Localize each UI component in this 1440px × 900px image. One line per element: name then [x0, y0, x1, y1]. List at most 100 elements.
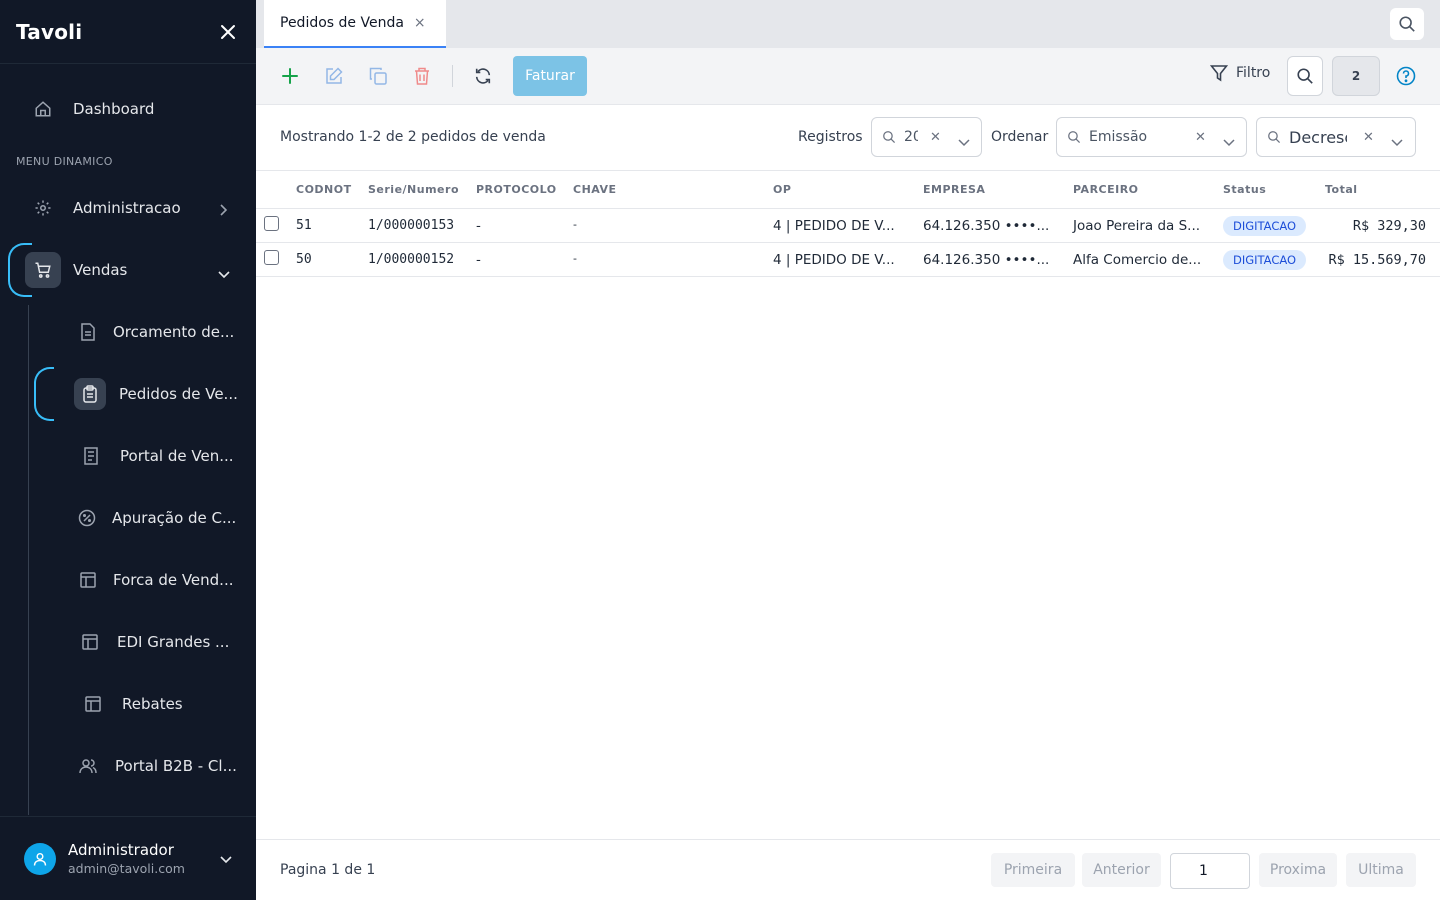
chevron-down-icon	[220, 849, 232, 868]
column-header[interactable]: PROTOCOLO	[476, 183, 557, 196]
cell-parceiro: Joao Pereira da S...	[1073, 218, 1201, 234]
next-page-button[interactable]: Proxima	[1259, 853, 1337, 887]
status-badge: DIGITACAO	[1223, 216, 1307, 236]
sidebar-item-administracao[interactable]: Administracao	[32, 185, 232, 231]
duplicate-button[interactable]	[366, 64, 390, 88]
delete-button[interactable]	[410, 64, 434, 88]
sidebar-subitem-forca-vendas[interactable]: Forca de Vend...	[79, 557, 234, 603]
cell-protocolo: -	[476, 252, 481, 268]
prev-page-button[interactable]: Anterior	[1082, 853, 1161, 887]
tab-close-button[interactable]: ×	[414, 15, 426, 31]
sidebar-subitem-label: Forca de Vend...	[113, 571, 234, 589]
status-badge: DIGITACAO	[1223, 250, 1307, 270]
last-page-button[interactable]: Ultima	[1346, 853, 1416, 887]
sidebar-item-label: Administracao	[73, 199, 181, 217]
search-icon	[1297, 68, 1313, 84]
menu-section-label: MENU DINAMICO	[16, 155, 113, 168]
column-header[interactable]: Total	[1325, 183, 1358, 196]
add-button[interactable]	[278, 64, 302, 88]
close-icon	[221, 24, 235, 39]
chevron-down-icon	[218, 264, 230, 283]
chevron-down-icon[interactable]	[958, 132, 970, 151]
sidebar-item-vendas[interactable]: Vendas	[25, 247, 232, 293]
cell-total: R$ 329,30	[1352, 218, 1426, 234]
help-button[interactable]	[1394, 64, 1418, 88]
cell-op: 4 | PEDIDO DE V...	[773, 218, 895, 234]
ordenar-select[interactable]: Emissão ✕	[1056, 117, 1247, 157]
sidebar-subitem-portal-vendas[interactable]: Portal de Ven...	[82, 433, 234, 479]
cell-parceiro: Alfa Comercio de...	[1073, 252, 1202, 268]
sidebar: Tavoli Dashboard MENU DINAMICO Administr…	[0, 0, 256, 900]
tab-label: Pedidos de Venda	[280, 15, 404, 31]
cell-empresa: 64.126.350 ••••...	[923, 218, 1050, 234]
toolbar: Faturar Filtro 2	[256, 48, 1440, 105]
chevron-down-icon[interactable]	[1223, 132, 1235, 151]
row-checkbox[interactable]	[264, 216, 279, 231]
receipt-icon	[82, 447, 100, 465]
sidebar-subitem-apuracao[interactable]: Apuração de C...	[78, 495, 236, 541]
user-menu[interactable]: Administrador admin@tavoli.com	[0, 816, 256, 900]
selection-count-badge[interactable]: 2	[1332, 56, 1380, 96]
sidebar-item-dashboard[interactable]: Dashboard	[32, 86, 154, 132]
cell-protocolo: -	[476, 218, 481, 234]
ordenar-value: Emissão	[1089, 129, 1148, 145]
table-row[interactable]: 50 1/000000152 - - 4 | PEDIDO DE V... 64…	[256, 243, 1440, 277]
sidebar-subitem-label: Pedidos de Ve...	[119, 385, 238, 403]
sidebar-subitem-portal-b2b[interactable]: Portal B2B - Cl...	[79, 743, 237, 789]
cell-serie: 1/000000153	[368, 218, 455, 233]
submenu-line	[28, 305, 29, 815]
results-summary: Mostrando 1-2 de 2 pedidos de venda	[280, 129, 546, 145]
registros-select[interactable]: 20 ✕	[871, 117, 982, 157]
info-bar: Mostrando 1-2 de 2 pedidos de venda Regi…	[256, 105, 1440, 171]
percent-badge-icon	[78, 509, 96, 527]
sidebar-item-label: Dashboard	[73, 100, 155, 118]
tab-pedidos-de-venda[interactable]: Pedidos de Venda ×	[264, 0, 446, 48]
clear-icon[interactable]: ✕	[1195, 130, 1206, 145]
chevron-down-icon[interactable]	[1391, 132, 1403, 151]
clear-icon[interactable]: ✕	[930, 130, 941, 145]
first-page-button[interactable]: Primeira	[991, 853, 1075, 887]
column-header[interactable]: Status	[1223, 183, 1266, 196]
clear-icon[interactable]: ✕	[1363, 130, 1374, 145]
cell-chave: -	[573, 252, 577, 265]
app-brand: Tavoli	[16, 19, 83, 44]
sidebar-subitem-edi[interactable]: EDI Grandes ...	[81, 619, 229, 665]
sidebar-subitem-pedidos[interactable]: Pedidos de Ve...	[74, 371, 238, 417]
close-sidebar-button[interactable]	[214, 18, 242, 46]
refresh-button[interactable]	[471, 64, 495, 88]
global-search-button[interactable]	[1390, 8, 1424, 40]
clipboard-icon	[74, 378, 106, 410]
search-icon	[1068, 131, 1081, 144]
column-header[interactable]: CHAVE	[573, 183, 617, 196]
sidebar-subitem-label: Rebates	[122, 695, 183, 713]
sidebar-subitem-label: Apuração de C...	[112, 509, 237, 527]
active-indicator	[34, 367, 54, 421]
edit-icon	[326, 67, 343, 84]
document-icon	[79, 323, 97, 341]
page-number-input[interactable]: 1	[1170, 853, 1250, 889]
column-header[interactable]: Serie/Numero	[368, 183, 459, 196]
help-icon	[1396, 66, 1416, 86]
row-checkbox[interactable]	[264, 250, 279, 265]
pagination-bar: Pagina 1 de 1 Primeira Anterior 1 Proxim…	[256, 839, 1440, 900]
edit-button[interactable]	[322, 64, 346, 88]
search-button[interactable]	[1287, 56, 1323, 96]
home-icon	[32, 100, 54, 118]
table-row[interactable]: 51 1/000000153 - - 4 | PEDIDO DE V... 64…	[256, 209, 1440, 243]
sidebar-subitem-rebates[interactable]: Rebates	[84, 681, 183, 727]
sidebar-subitem-orcamento[interactable]: Orcamento de...	[79, 309, 234, 355]
cell-chave: -	[573, 218, 577, 231]
main-area: Pedidos de Venda × Faturar Filtro 2 Most…	[256, 0, 1440, 900]
cell-codnot: 50	[296, 252, 312, 267]
column-header[interactable]: OP	[773, 183, 791, 196]
cell-codnot: 51	[296, 218, 312, 233]
search-icon	[1268, 131, 1281, 144]
gear-icon	[32, 199, 54, 217]
column-header[interactable]: CODNOT	[296, 183, 352, 196]
refresh-icon	[475, 68, 491, 84]
faturar-button[interactable]: Faturar	[513, 56, 587, 96]
column-header[interactable]: PARCEIRO	[1073, 183, 1139, 196]
column-header[interactable]: EMPRESA	[923, 183, 985, 196]
filter-button[interactable]: Filtro	[1210, 64, 1270, 82]
direction-select[interactable]: Decrescente ✕	[1256, 117, 1416, 157]
